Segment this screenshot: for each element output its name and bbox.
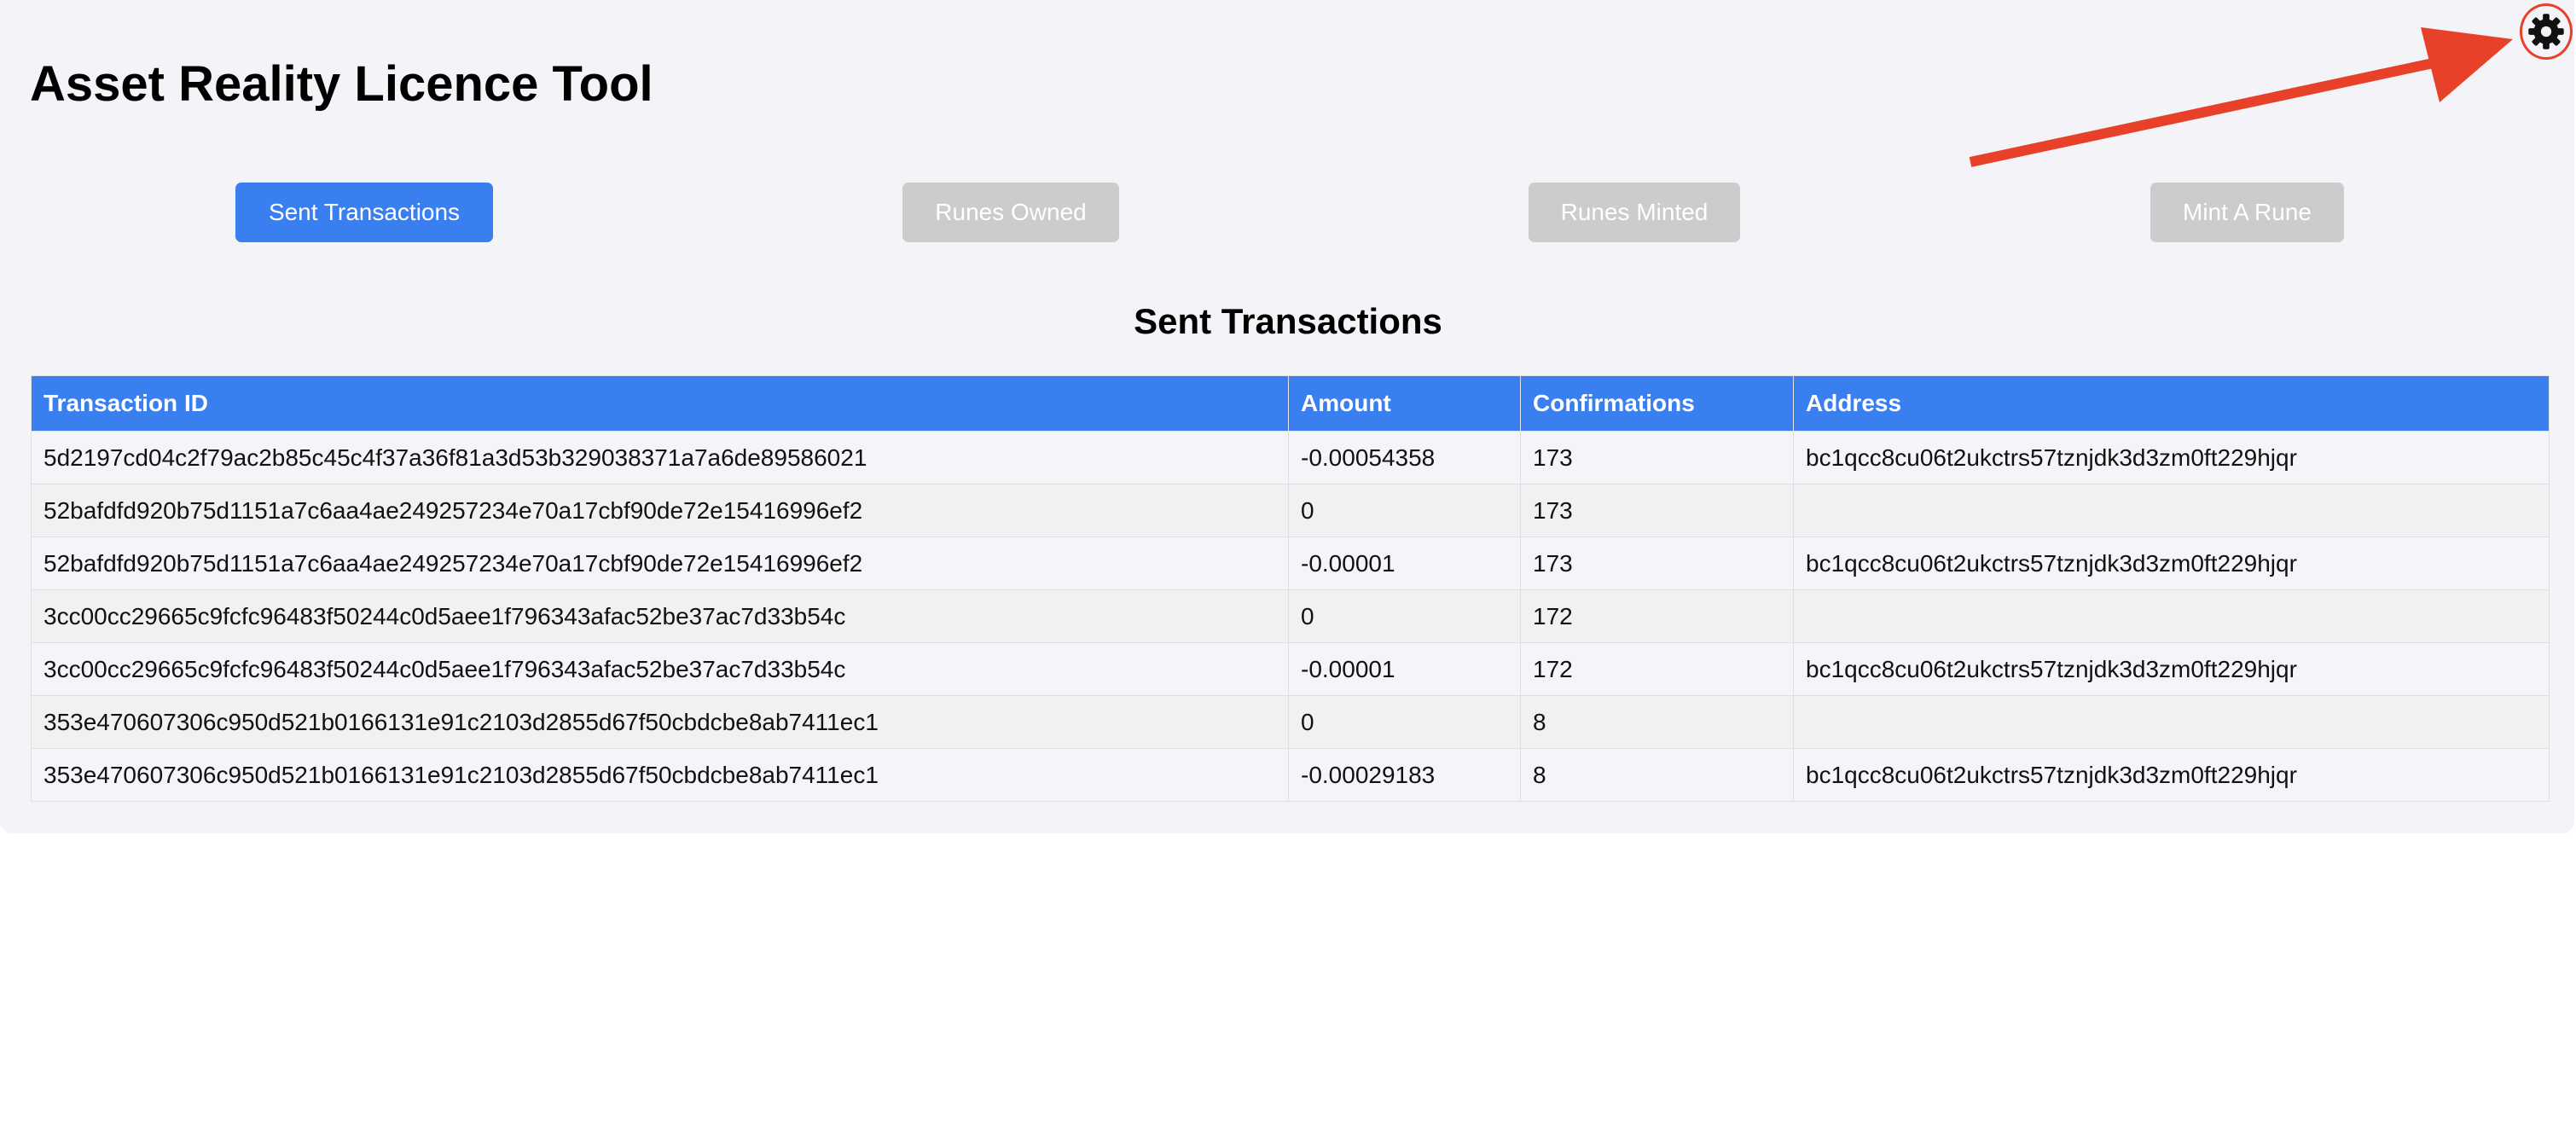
transactions-table: Transaction ID Amount Confirmations Addr… <box>31 375 2550 802</box>
confirmations-cell: 8 <box>1520 748 1794 802</box>
confirmations-cell: 173 <box>1520 484 1794 537</box>
table-row: 5d2197cd04c2f79ac2b85c45c4f37a36f81a3d53… <box>31 431 2550 484</box>
amount-cell: -0.00001 <box>1288 642 1521 696</box>
amount-cell: -0.00029183 <box>1288 748 1521 802</box>
table-row: 52bafdfd920b75d1151a7c6aa4ae249257234e70… <box>31 536 2550 590</box>
table-row: 3cc00cc29665c9fcfc96483f50244c0d5aee1f79… <box>31 589 2550 643</box>
transaction-id-cell: 5d2197cd04c2f79ac2b85c45c4f37a36f81a3d53… <box>31 431 1289 484</box>
app-panel: Asset Reality Licence Tool Sent Transact… <box>0 0 2574 833</box>
address-cell: bc1qcc8cu06t2ukctrs57tznjdk3d3zm0ft229hj… <box>1793 431 2550 484</box>
section-title: Sent Transactions <box>1134 301 1442 341</box>
table-body: 5d2197cd04c2f79ac2b85c45c4f37a36f81a3d53… <box>31 431 2550 802</box>
tab-runes-minted[interactable]: Runes Minted <box>1529 183 1740 242</box>
confirmations-cell: 173 <box>1520 536 1794 590</box>
table-row: 353e470607306c950d521b0166131e91c2103d28… <box>31 748 2550 802</box>
table-row: 353e470607306c950d521b0166131e91c2103d28… <box>31 695 2550 749</box>
transaction-id-cell: 52bafdfd920b75d1151a7c6aa4ae249257234e70… <box>31 536 1289 590</box>
address-cell <box>1793 484 2550 537</box>
column-header-transaction-id: Transaction ID <box>31 375 1289 432</box>
tab-mint-a-rune[interactable]: Mint A Rune <box>2150 183 2344 242</box>
confirmations-cell: 173 <box>1520 431 1794 484</box>
tab-runes-owned[interactable]: Runes Owned <box>902 183 1119 242</box>
transaction-id-cell: 353e470607306c950d521b0166131e91c2103d28… <box>31 748 1289 802</box>
table-row: 3cc00cc29665c9fcfc96483f50244c0d5aee1f79… <box>31 642 2550 696</box>
transaction-id-cell: 52bafdfd920b75d1151a7c6aa4ae249257234e70… <box>31 484 1289 537</box>
amount-cell: -0.00001 <box>1288 536 1521 590</box>
amount-cell: 0 <box>1288 695 1521 749</box>
address-cell <box>1793 589 2550 643</box>
amount-cell: 0 <box>1288 484 1521 537</box>
confirmations-cell: 8 <box>1520 695 1794 749</box>
transaction-id-cell: 353e470607306c950d521b0166131e91c2103d28… <box>31 695 1289 749</box>
table-header: Transaction ID Amount Confirmations Addr… <box>31 375 2550 432</box>
table-header-row: Transaction ID Amount Confirmations Addr… <box>31 375 2550 432</box>
column-header-amount: Amount <box>1288 375 1521 432</box>
table-row: 52bafdfd920b75d1151a7c6aa4ae249257234e70… <box>31 484 2550 537</box>
column-header-confirmations: Confirmations <box>1520 375 1794 432</box>
transaction-id-cell: 3cc00cc29665c9fcfc96483f50244c0d5aee1f79… <box>31 642 1289 696</box>
transaction-id-cell: 3cc00cc29665c9fcfc96483f50244c0d5aee1f79… <box>31 589 1289 643</box>
confirmations-cell: 172 <box>1520 642 1794 696</box>
app-title: Asset Reality Licence Tool <box>30 56 653 112</box>
address-cell <box>1793 695 2550 749</box>
confirmations-cell: 172 <box>1520 589 1794 643</box>
address-cell: bc1qcc8cu06t2ukctrs57tznjdk3d3zm0ft229hj… <box>1793 642 2550 696</box>
settings-button[interactable] <box>2520 3 2573 60</box>
amount-cell: 0 <box>1288 589 1521 643</box>
address-cell: bc1qcc8cu06t2ukctrs57tznjdk3d3zm0ft229hj… <box>1793 748 2550 802</box>
amount-cell: -0.00054358 <box>1288 431 1521 484</box>
address-cell: bc1qcc8cu06t2ukctrs57tznjdk3d3zm0ft229hj… <box>1793 536 2550 590</box>
gear-icon <box>2528 14 2564 49</box>
column-header-address: Address <box>1793 375 2550 432</box>
tab-sent-transactions[interactable]: Sent Transactions <box>235 183 493 242</box>
